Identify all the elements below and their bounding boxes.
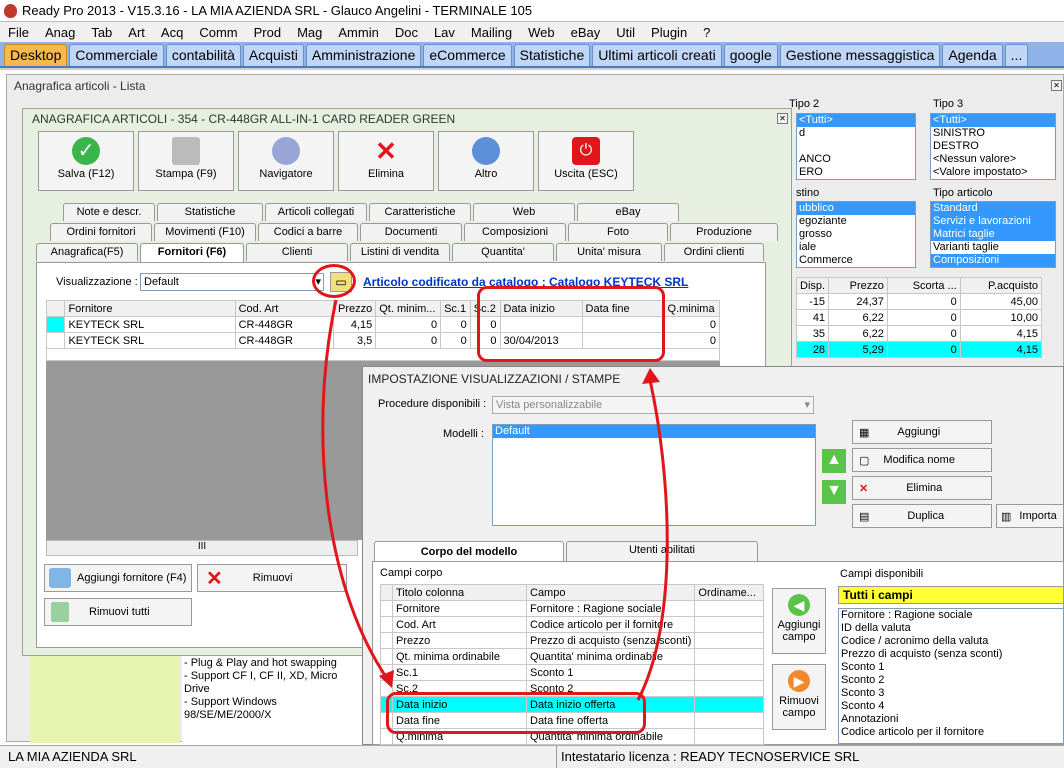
annotation-arrows (321, 299, 669, 701)
arrow-head (379, 670, 394, 688)
status-company: LA MIA AZIENDA SRL (8, 749, 137, 764)
status-bar: LA MIA AZIENDA SRL Intestatario licenza … (0, 745, 1064, 768)
arrow-up-path (636, 379, 669, 701)
arrow-down-path (321, 299, 390, 681)
status-license: Intestatario licenza : READY TECNOSERVIC… (556, 746, 859, 768)
arrow-head (642, 368, 660, 384)
